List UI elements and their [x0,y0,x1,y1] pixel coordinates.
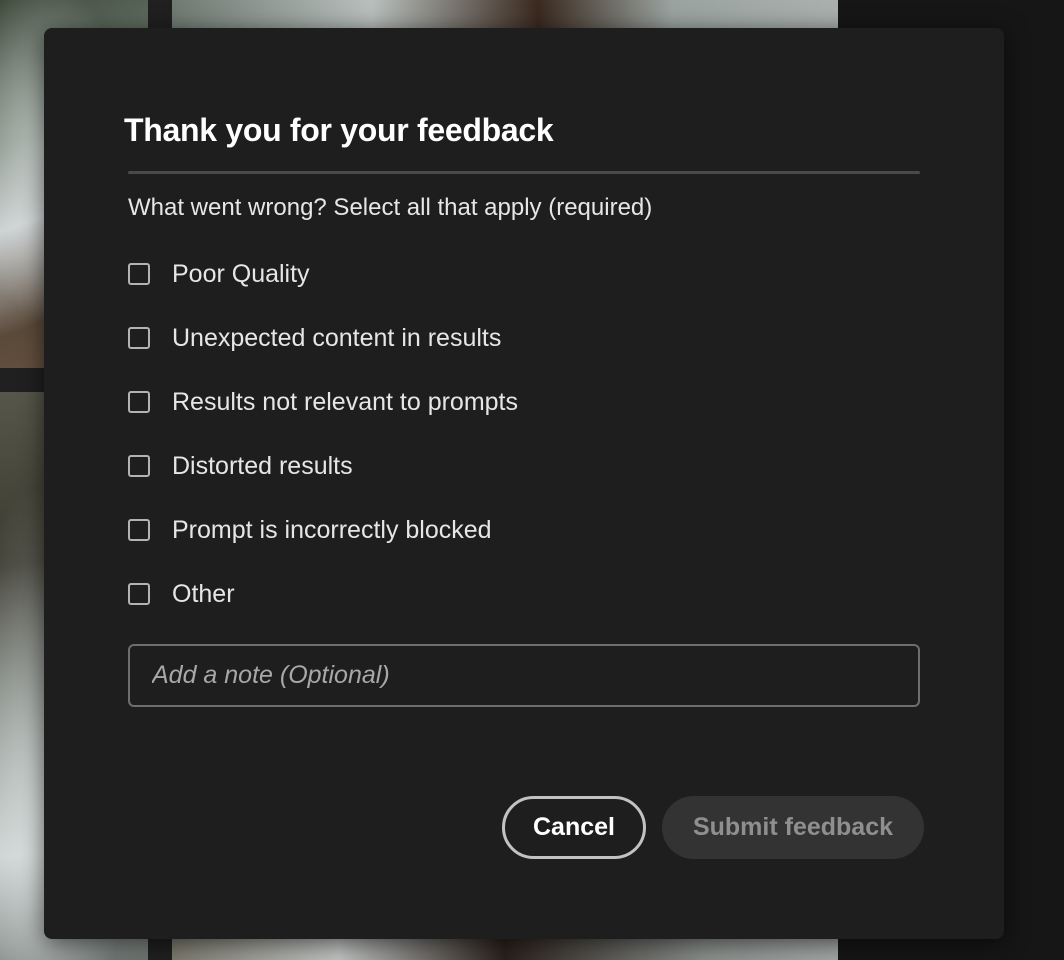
option-incorrectly-blocked[interactable]: Prompt is incorrectly blocked [128,510,518,550]
submit-feedback-button[interactable]: Submit feedback [662,796,924,859]
option-distorted[interactable]: Distorted results [128,446,518,486]
background-photo [172,938,838,960]
option-label: Prompt is incorrectly blocked [172,515,492,544]
background-photo [172,0,838,30]
title-divider [128,171,920,174]
feedback-dialog: Thank you for your feedback What went wr… [44,28,1004,939]
option-label: Poor Quality [172,259,310,288]
note-input[interactable] [128,644,920,707]
option-label: Results not relevant to prompts [172,387,518,416]
option-not-relevant[interactable]: Results not relevant to prompts [128,382,518,422]
checkbox[interactable] [128,519,150,541]
question-text: What went wrong? Select all that apply (… [128,194,653,221]
dialog-title: Thank you for your feedback [124,112,554,148]
checkbox[interactable] [128,583,150,605]
options-list: Poor Quality Unexpected content in resul… [128,254,518,638]
option-label: Distorted results [172,451,353,480]
option-label: Other [172,579,235,608]
checkbox[interactable] [128,327,150,349]
checkbox[interactable] [128,263,150,285]
checkbox[interactable] [128,455,150,477]
cancel-button[interactable]: Cancel [502,796,646,859]
option-unexpected-content[interactable]: Unexpected content in results [128,318,518,358]
option-other[interactable]: Other [128,574,518,614]
option-poor-quality[interactable]: Poor Quality [128,254,518,294]
option-label: Unexpected content in results [172,323,502,352]
checkbox[interactable] [128,391,150,413]
